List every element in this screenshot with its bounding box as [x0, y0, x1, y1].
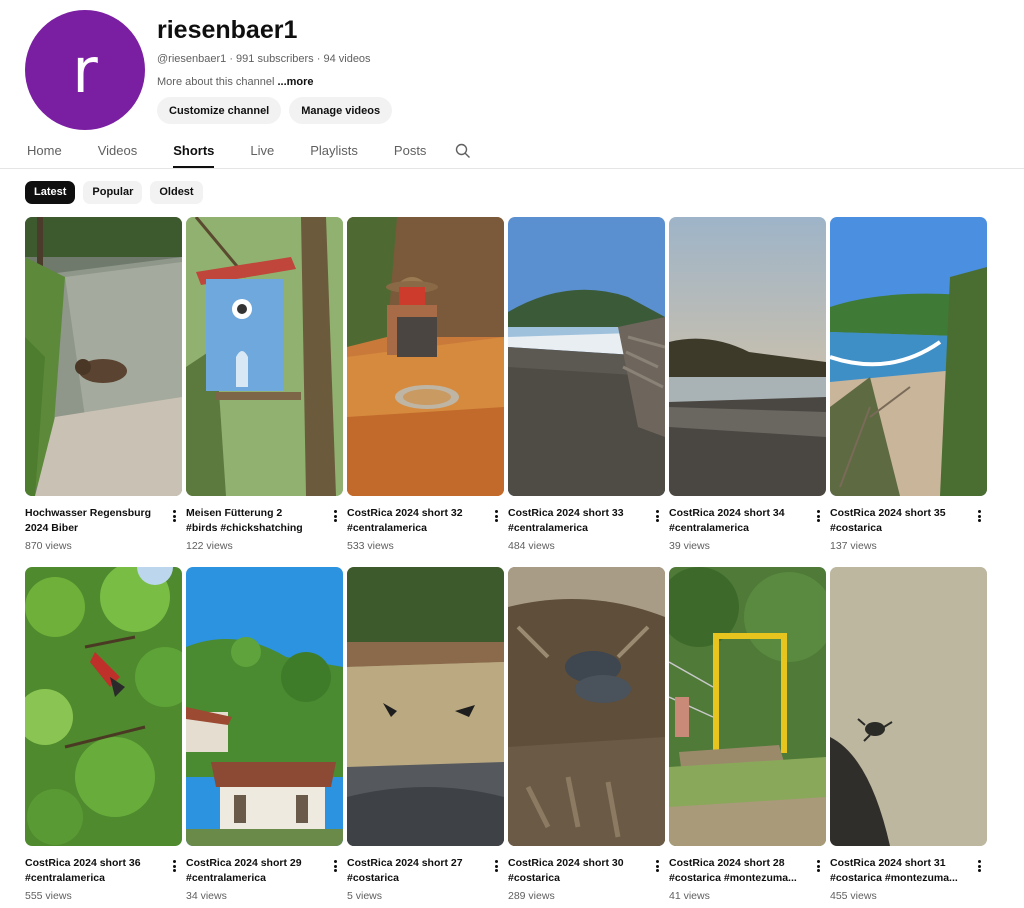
short-thumbnail[interactable]	[669, 217, 826, 496]
short-thumbnail[interactable]	[25, 567, 182, 846]
short-title[interactable]: CostRica 2024 short 32 #centralamerica #…	[347, 506, 475, 536]
short-thumbnail[interactable]	[186, 217, 343, 496]
more-options-icon[interactable]	[168, 858, 180, 874]
short-card[interactable]: CostRica 2024 short 28 #costarica #monte…	[669, 567, 826, 908]
manage-videos-button[interactable]: Manage videos	[289, 97, 393, 124]
tab-playlists[interactable]: Playlists	[310, 135, 358, 168]
more-options-icon[interactable]	[973, 858, 985, 874]
more-options-icon[interactable]	[168, 508, 180, 524]
short-thumbnail[interactable]	[508, 217, 665, 496]
short-thumbnail[interactable]	[830, 217, 987, 496]
tab-videos[interactable]: Videos	[98, 135, 138, 168]
shorts-grid: Hochwasser Regensburg 2024 Biber #hochwa…	[25, 217, 987, 908]
chip-popular[interactable]: Popular	[83, 181, 143, 204]
beach-dusk-thumbnail	[669, 217, 826, 496]
short-title[interactable]: CostRica 2024 short 31 #costarica #monte…	[830, 856, 958, 886]
short-title[interactable]: CostRica 2024 short 35 #costarica #centr…	[830, 506, 958, 536]
short-thumbnail[interactable]	[508, 567, 665, 846]
tab-live[interactable]: Live	[250, 135, 274, 168]
short-thumbnail[interactable]	[830, 567, 987, 846]
tab-posts[interactable]: Posts	[394, 135, 427, 168]
short-title[interactable]: CostRica 2024 short 34 #centralamerica #…	[669, 506, 797, 536]
more-options-icon[interactable]	[651, 858, 663, 874]
short-card[interactable]: CostRica 2024 short 32 #centralamerica #…	[347, 217, 504, 567]
short-title[interactable]: CostRica 2024 short 28 #costarica #monte…	[669, 856, 797, 886]
yellow-bridge-thumbnail	[669, 567, 826, 846]
more-options-icon[interactable]	[651, 508, 663, 524]
short-card[interactable]: CostRica 2024 short 27 #costarica #river…	[347, 567, 504, 908]
short-card[interactable]: CostRica 2024 short 36 #centralamerica #…	[25, 567, 182, 908]
short-thumbnail[interactable]	[25, 217, 182, 496]
vultures-road-thumbnail	[347, 567, 504, 846]
channel-header: r riesenbaer1 @riesenbaer1 · 991 subscri…	[25, 10, 1005, 130]
short-card[interactable]: CostRica 2024 short 31 #costarica #monte…	[830, 567, 987, 908]
about-more-link[interactable]: ...more	[277, 76, 313, 88]
short-thumbnail[interactable]	[347, 567, 504, 846]
gold-panning-thumbnail	[347, 217, 504, 496]
short-thumbnail[interactable]	[347, 217, 504, 496]
short-views: 555 views	[25, 890, 72, 902]
short-views: 137 views	[830, 540, 877, 552]
tree-bird-thumbnail	[25, 567, 182, 846]
channel-tabs: Home Videos Shorts Live Playlists Posts	[27, 135, 475, 168]
chip-latest[interactable]: Latest	[25, 181, 76, 204]
search-icon[interactable]	[455, 135, 475, 166]
sort-chips: Latest Popular Oldest	[25, 181, 203, 204]
short-card[interactable]: Meisen Fütterung 2 #birds #chickshatchin…	[186, 217, 343, 567]
chip-oldest[interactable]: Oldest	[150, 181, 203, 204]
short-card[interactable]: Hochwasser Regensburg 2024 Biber #hochwa…	[25, 217, 182, 567]
channel-meta: @riesenbaer1 · 991 subscribers · 94 vide…	[157, 53, 371, 65]
short-views: 122 views	[186, 540, 233, 552]
short-card[interactable]: CostRica 2024 short 33 #centralamerica #…	[508, 217, 665, 567]
short-card[interactable]: CostRica 2024 short 30 #costarica #centr…	[508, 567, 665, 908]
short-title[interactable]: CostRica 2024 short 33 #centralamerica #…	[508, 506, 636, 536]
channel-avatar[interactable]: r	[25, 10, 145, 130]
channel-name: riesenbaer1	[157, 16, 298, 44]
channel-actions: Customize channel Manage videos	[157, 97, 393, 124]
short-title[interactable]: Meisen Fütterung 2 #birds #chickshatchin…	[186, 506, 314, 536]
tab-shorts[interactable]: Shorts	[173, 135, 215, 168]
tabs-divider	[0, 168, 1024, 169]
customize-channel-button[interactable]: Customize channel	[157, 97, 282, 124]
more-options-icon[interactable]	[973, 508, 985, 524]
short-views: 455 views	[830, 890, 877, 902]
short-views: 39 views	[669, 540, 710, 552]
short-title[interactable]: CostRica 2024 short 27 #costarica #river…	[347, 856, 475, 886]
more-options-icon[interactable]	[329, 508, 341, 524]
nest-chicks-thumbnail	[508, 567, 665, 846]
short-views: 484 views	[508, 540, 555, 552]
channel-about: More about this channel ...more	[157, 75, 392, 89]
more-options-icon[interactable]	[490, 858, 502, 874]
short-thumbnail[interactable]	[186, 567, 343, 846]
channel-info: riesenbaer1 @riesenbaer1 · 991 subscribe…	[157, 14, 393, 124]
short-title[interactable]: Hochwasser Regensburg 2024 Biber #hochwa…	[25, 506, 153, 536]
short-views: 533 views	[347, 540, 394, 552]
more-options-icon[interactable]	[329, 858, 341, 874]
more-options-icon[interactable]	[812, 508, 824, 524]
short-thumbnail[interactable]	[669, 567, 826, 846]
short-views: 34 views	[186, 890, 227, 902]
short-views: 41 views	[669, 890, 710, 902]
short-views: 289 views	[508, 890, 555, 902]
sand-turtle-thumbnail	[830, 567, 987, 846]
birdhouse-thumbnail	[186, 217, 343, 496]
short-card[interactable]: CostRica 2024 short 35 #costarica #centr…	[830, 217, 987, 567]
bay-view-thumbnail	[830, 217, 987, 496]
flood-beaver-thumbnail	[25, 217, 182, 496]
short-title[interactable]: CostRica 2024 short 29 #centralamerica #…	[186, 856, 314, 886]
more-options-icon[interactable]	[490, 508, 502, 524]
beach-driftwood-thumbnail	[508, 217, 665, 496]
about-text: More about this channel	[157, 76, 275, 88]
more-options-icon[interactable]	[812, 858, 824, 874]
short-card[interactable]: CostRica 2024 short 29 #centralamerica #…	[186, 567, 343, 908]
short-card[interactable]: CostRica 2024 short 34 #centralamerica #…	[669, 217, 826, 567]
short-title[interactable]: CostRica 2024 short 36 #centralamerica #…	[25, 856, 153, 886]
short-title[interactable]: CostRica 2024 short 30 #costarica #centr…	[508, 856, 636, 886]
short-views: 5 views	[347, 890, 383, 902]
tab-home[interactable]: Home	[27, 135, 62, 168]
house-palms-thumbnail	[186, 567, 343, 846]
avatar-letter: r	[72, 33, 98, 107]
short-views: 870 views	[25, 540, 72, 552]
